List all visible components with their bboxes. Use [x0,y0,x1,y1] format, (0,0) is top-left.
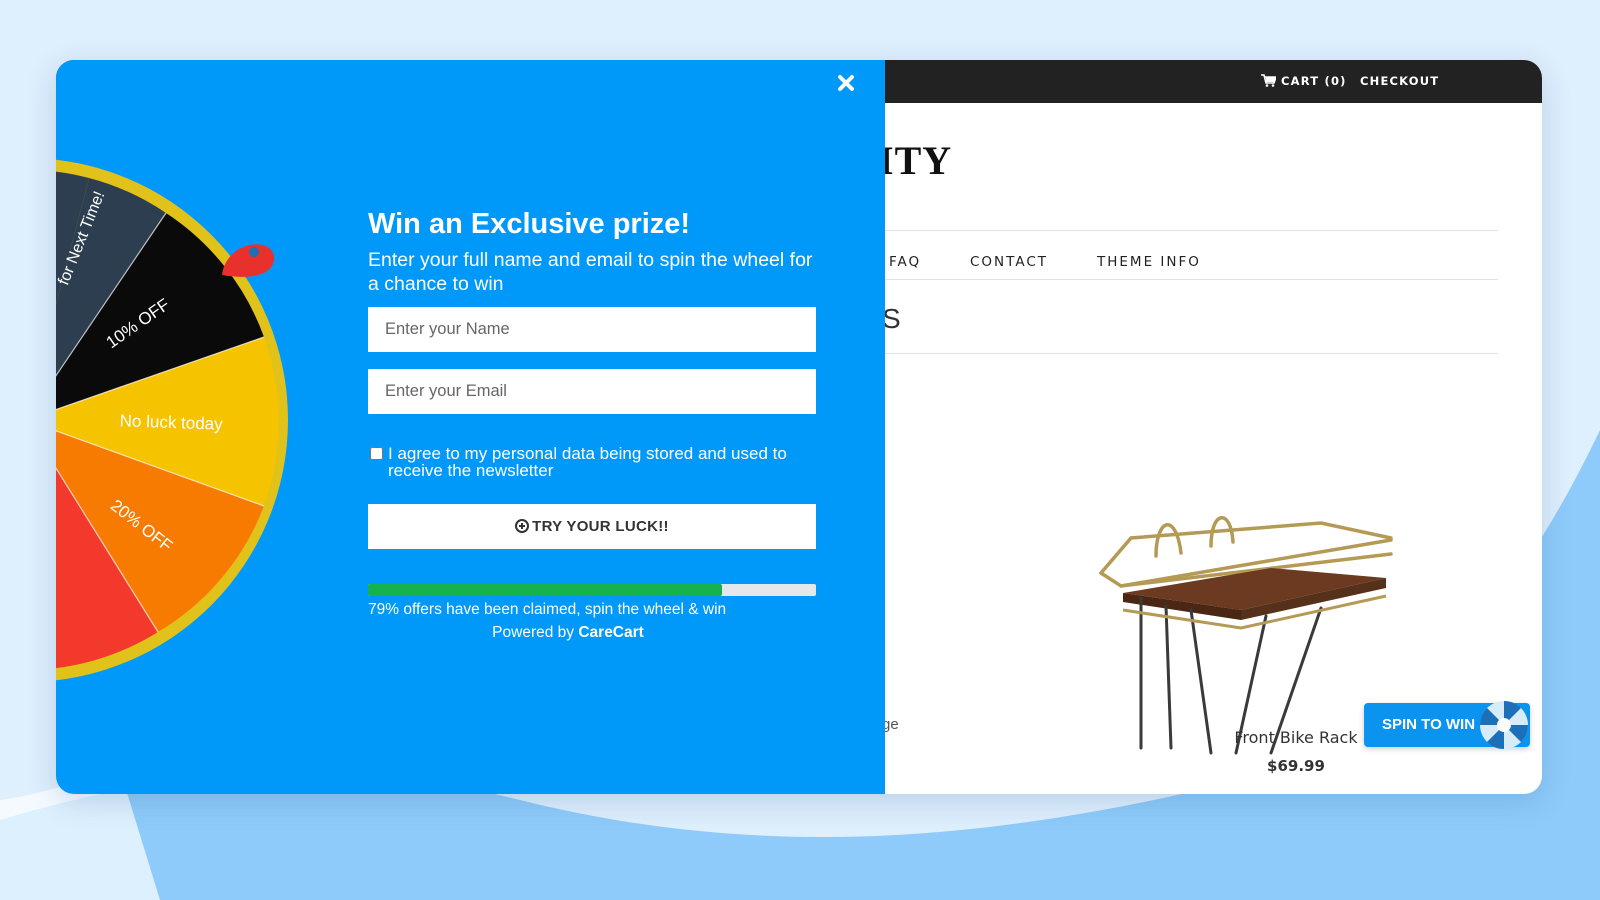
divider [878,353,1498,354]
nav-theme-info[interactable]: THEME INFO [1097,254,1201,270]
spin-to-win-button[interactable]: SPIN TO WIN [1364,700,1530,750]
cart-icon [1261,74,1276,87]
powered-by-prefix: Powered by [492,624,575,641]
powered-by-brand[interactable]: CareCart [578,624,643,641]
browser-window: CART (0) CHECKOUT ITY FAQ CONTACT THEME … [56,60,1542,794]
try-your-luck-label: TRY YOUR LUCK!! [532,518,669,535]
popup-subline: Enter your full name and email to spin t… [368,249,813,295]
claim-text: 79% offers have been claimed, spin the w… [368,601,727,618]
divider [878,279,1498,280]
claim-progress-fill [368,584,722,596]
close-icon[interactable] [831,68,861,98]
wheel-pointer-icon [222,244,275,277]
divider [878,230,1498,231]
agree-checkbox[interactable] [370,447,383,460]
name-input[interactable] [368,307,816,352]
nav-faq[interactable]: FAQ [889,254,921,270]
email-input[interactable] [368,369,816,414]
wheel-segment-no-luck: No luck today [119,411,223,434]
powered-by: Powered by CareCart [368,624,768,642]
spin-wheel-popup: for Next Time! 10% OFF No luck today 20%… [56,60,885,794]
checkout-link[interactable]: CHECKOUT [1360,74,1439,88]
cart-label: CART (0) [1281,74,1347,88]
product-price: $69.99 [1267,757,1325,775]
claim-progress-bar [368,584,816,596]
wheel-icon [1479,700,1529,750]
store-title: ITY [878,138,953,183]
try-your-luck-button[interactable]: TRY YOUR LUCK!! [368,504,816,549]
agree-label: I agree to my personal data being stored… [388,444,787,480]
nav-contact[interactable]: CONTACT [970,254,1048,270]
prize-wheel[interactable]: for Next Time! 10% OFF No luck today 20%… [56,60,356,794]
plus-circle-icon [515,519,530,533]
cart-link[interactable]: CART (0) [1261,74,1347,88]
popup-headline: Win an Exclusive prize! [368,208,691,240]
spin-to-win-label: SPIN TO WIN [1382,716,1476,733]
